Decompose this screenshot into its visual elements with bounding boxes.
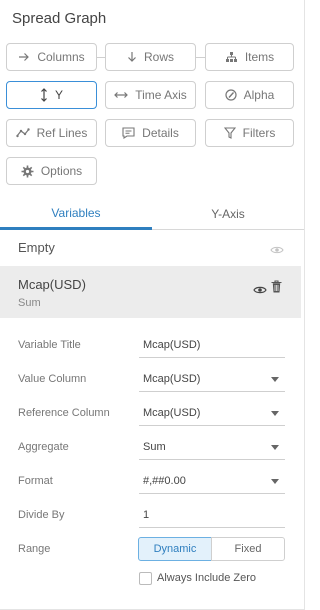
format-label: Format [18, 475, 53, 487]
options-button[interactable]: Options [6, 157, 97, 185]
y-button-label: Y [54, 88, 63, 102]
horizontal-arrows-icon [114, 91, 129, 99]
variable-row-aggregate: Sum [18, 297, 41, 309]
details-button[interactable]: Details [105, 119, 196, 147]
ref-lines-button-label: Ref Lines [36, 126, 88, 140]
alpha-circle-icon [225, 89, 237, 101]
alpha-button[interactable]: Alpha [205, 81, 294, 109]
variable-row-selected[interactable]: Mcap(USD) Sum [0, 266, 301, 318]
rows-button[interactable]: Rows [105, 43, 196, 71]
chevron-down-icon [271, 479, 279, 484]
value-column-selected: Mcap(USD) [143, 373, 201, 385]
variable-title-input[interactable]: Mcap(USD) [139, 334, 285, 358]
arrow-down-icon [127, 51, 137, 63]
items-button[interactable]: Items [205, 43, 294, 71]
value-column-select[interactable]: Mcap(USD) [139, 368, 285, 392]
connector-line [196, 57, 205, 58]
alpha-button-label: Alpha [243, 88, 275, 102]
tab-variables[interactable]: Variables [0, 198, 152, 230]
gear-icon [21, 165, 34, 178]
eye-icon[interactable] [253, 282, 267, 300]
aggregate-label: Aggregate [18, 441, 69, 453]
reference-column-label: Reference Column [18, 407, 110, 419]
value-column-label: Value Column [18, 373, 87, 385]
time-axis-button-label: Time Axis [135, 88, 187, 102]
format-selected: #,##0.00 [143, 475, 186, 487]
variable-row-label: Empty [18, 240, 55, 255]
filter-funnel-icon [223, 127, 236, 139]
tab-y-axis[interactable]: Y-Axis [152, 198, 304, 229]
trash-icon[interactable] [271, 280, 282, 298]
ref-lines-button[interactable]: Ref Lines [6, 119, 97, 147]
filters-button[interactable]: Filters [205, 119, 294, 147]
rows-button-label: Rows [143, 50, 174, 64]
aggregate-selected: Sum [143, 441, 166, 453]
reference-column-select[interactable]: Mcap(USD) [139, 402, 285, 426]
details-button-label: Details [142, 126, 179, 140]
aggregate-select[interactable]: Sum [139, 436, 285, 460]
arrow-right-icon [18, 52, 30, 62]
variable-row-empty[interactable]: Empty [0, 231, 304, 265]
range-fixed-button[interactable]: Fixed [211, 537, 285, 561]
range-label: Range [18, 543, 51, 555]
variable-row-label: Mcap(USD) [18, 277, 86, 292]
spread-graph-panel: Spread Graph Columns Rows Items Y Time A… [0, 0, 305, 610]
format-select[interactable]: #,##0.00 [139, 470, 285, 494]
range-dynamic-button[interactable]: Dynamic [138, 537, 212, 561]
divide-by-input[interactable]: 1 [139, 504, 285, 528]
eye-icon[interactable] [270, 242, 284, 260]
chevron-down-icon [271, 377, 279, 382]
hierarchy-icon [225, 51, 238, 63]
chevron-down-icon [271, 445, 279, 450]
tab-bar: Variables Y-Axis [0, 198, 304, 230]
details-comment-icon [122, 127, 135, 139]
columns-button[interactable]: Columns [6, 43, 97, 71]
filters-button-label: Filters [242, 126, 276, 140]
chevron-down-icon [271, 411, 279, 416]
always-include-zero-label: Always Include Zero [157, 572, 257, 584]
columns-button-label: Columns [37, 50, 85, 64]
y-button[interactable]: Y [6, 81, 97, 109]
ref-lines-icon [15, 128, 30, 138]
always-include-zero-checkbox[interactable] [139, 572, 152, 585]
panel-title: Spread Graph [12, 10, 107, 27]
variable-title-label: Variable Title [18, 339, 81, 351]
vertical-arrows-icon [40, 88, 48, 102]
time-axis-button[interactable]: Time Axis [105, 81, 196, 109]
divide-by-label: Divide By [18, 509, 65, 521]
reference-column-selected: Mcap(USD) [143, 407, 201, 419]
items-button-label: Items [244, 50, 275, 64]
options-button-label: Options [40, 164, 83, 178]
